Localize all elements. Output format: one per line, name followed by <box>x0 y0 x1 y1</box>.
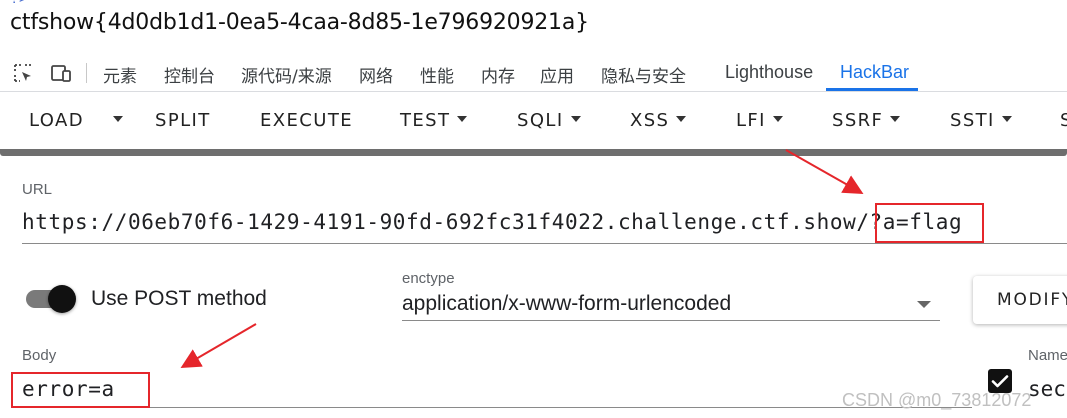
annotation-arrows <box>180 149 864 369</box>
arrow-to-body <box>180 323 257 369</box>
watermark-text: CSDN @m0_73812072 <box>842 390 1032 410</box>
arrow-to-query <box>785 149 864 194</box>
